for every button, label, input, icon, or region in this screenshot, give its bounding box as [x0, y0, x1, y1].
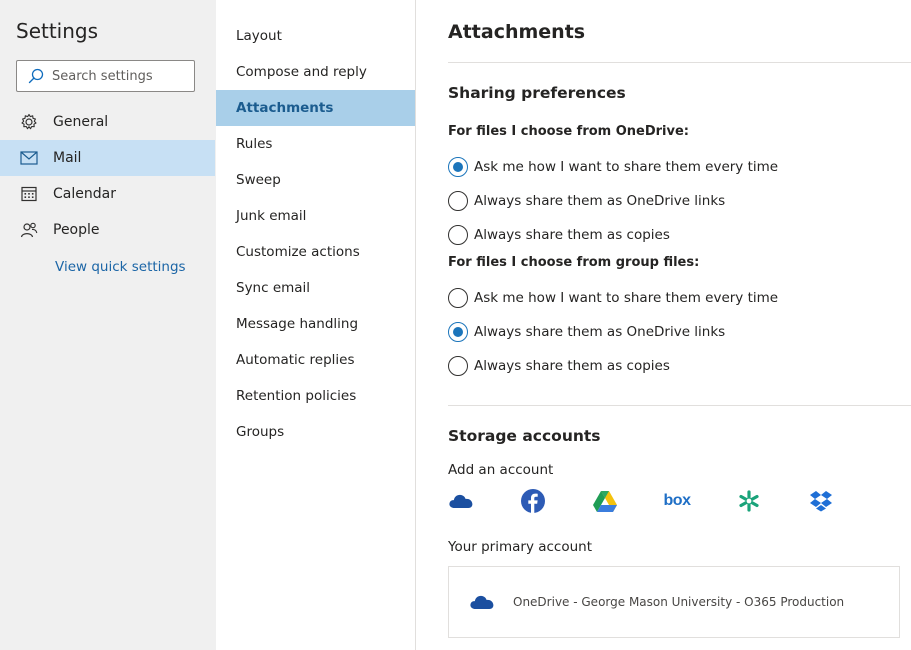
attachments-settings-pane: Attachments Sharing preferences For file…	[448, 0, 911, 650]
mid-nav-item-junk-email[interactable]: Junk email	[216, 198, 415, 234]
radio-button[interactable]	[448, 191, 468, 211]
mid-nav-item-sync-email[interactable]: Sync email	[216, 270, 415, 306]
radio-button-checked[interactable]	[448, 322, 468, 342]
mail-icon	[20, 149, 38, 167]
calendar-icon	[20, 185, 38, 203]
divider	[448, 405, 911, 406]
egnyte-icon[interactable]	[736, 488, 762, 514]
mid-nav-item-layout[interactable]: Layout	[216, 18, 415, 54]
radio-label: Ask me how I want to share them every ti…	[474, 159, 779, 175]
settings-left-nav: Settings General Mail Calendar People Vi…	[0, 0, 216, 650]
storage-accounts-heading: Storage accounts	[448, 427, 601, 445]
group-files-option-links[interactable]: Always share them as OneDrive links	[448, 320, 725, 344]
onedrive-group-label: For files I choose from OneDrive:	[448, 124, 690, 139]
google-drive-icon[interactable]	[592, 488, 618, 514]
mail-settings-nav: Layout Compose and reply Attachments Rul…	[216, 0, 416, 650]
onedrive-option-copies[interactable]: Always share them as copies	[448, 223, 670, 247]
group-files-option-copies[interactable]: Always share them as copies	[448, 354, 670, 378]
radio-label: Always share them as copies	[474, 227, 670, 243]
left-nav-item-calendar[interactable]: Calendar	[0, 176, 216, 212]
left-nav-item-label: Calendar	[53, 186, 116, 202]
settings-title: Settings	[16, 19, 99, 43]
gear-icon	[20, 113, 38, 131]
onedrive-option-links[interactable]: Always share them as OneDrive links	[448, 189, 725, 213]
primary-account-name: OneDrive - George Mason University - O36…	[513, 595, 845, 609]
search-settings-input[interactable]	[52, 68, 182, 84]
sharing-preferences-heading: Sharing preferences	[448, 84, 626, 102]
box-logo-text: box	[663, 492, 691, 509]
radio-button-checked[interactable]	[448, 157, 468, 177]
left-nav-item-label: People	[53, 222, 100, 238]
people-icon	[20, 221, 38, 239]
onedrive-option-ask[interactable]: Ask me how I want to share them every ti…	[448, 155, 778, 179]
radio-button[interactable]	[448, 225, 468, 245]
onedrive-icon	[469, 592, 495, 612]
radio-label: Always share them as OneDrive links	[474, 193, 726, 209]
left-nav-item-general[interactable]: General	[0, 104, 216, 140]
divider	[448, 62, 911, 63]
view-quick-settings-link[interactable]: View quick settings	[55, 259, 186, 275]
mid-nav-item-compose-and-reply[interactable]: Compose and reply	[216, 54, 415, 90]
primary-account-card[interactable]: OneDrive - George Mason University - O36…	[448, 566, 900, 638]
left-nav-item-mail[interactable]: Mail	[0, 140, 215, 176]
search-icon	[27, 67, 45, 85]
radio-label: Always share them as copies	[474, 358, 670, 374]
mid-nav-item-rules[interactable]: Rules	[216, 126, 415, 162]
add-account-label: Add an account	[448, 462, 554, 478]
radio-button[interactable]	[448, 356, 468, 376]
page-title: Attachments	[448, 21, 586, 43]
left-nav-item-people[interactable]: People	[0, 212, 216, 248]
mid-nav-item-sweep[interactable]: Sweep	[216, 162, 415, 198]
radio-label: Always share them as OneDrive links	[474, 324, 726, 340]
primary-account-label: Your primary account	[448, 539, 593, 555]
dropbox-icon[interactable]	[808, 488, 834, 514]
group-files-option-ask[interactable]: Ask me how I want to share them every ti…	[448, 286, 778, 310]
search-settings-box[interactable]	[16, 60, 195, 92]
mid-nav-item-attachments[interactable]: Attachments	[216, 90, 415, 126]
radio-button[interactable]	[448, 288, 468, 308]
mid-nav-item-customize-actions[interactable]: Customize actions	[216, 234, 415, 270]
storage-providers: box	[448, 488, 848, 514]
onedrive-icon[interactable]	[448, 488, 474, 514]
mid-nav-item-groups[interactable]: Groups	[216, 414, 415, 450]
box-icon[interactable]: box	[663, 488, 691, 514]
mid-nav-item-retention-policies[interactable]: Retention policies	[216, 378, 415, 414]
mid-nav-item-message-handling[interactable]: Message handling	[216, 306, 415, 342]
left-nav-item-label: General	[53, 114, 109, 130]
radio-label: Ask me how I want to share them every ti…	[474, 290, 779, 306]
facebook-icon[interactable]	[520, 488, 546, 514]
mid-nav-item-automatic-replies[interactable]: Automatic replies	[216, 342, 415, 378]
group-files-label: For files I choose from group files:	[448, 255, 700, 270]
left-nav-item-label: Mail	[53, 150, 82, 166]
